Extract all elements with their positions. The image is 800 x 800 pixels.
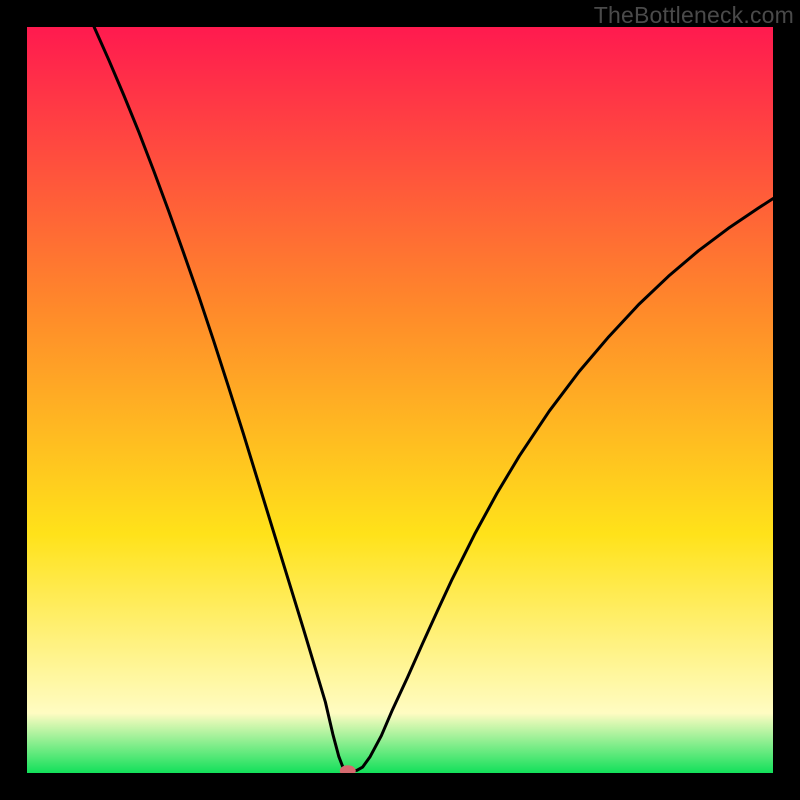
chart-frame <box>27 27 773 773</box>
gradient-background <box>27 27 773 773</box>
watermark-text: TheBottleneck.com <box>594 2 794 29</box>
bottleneck-chart <box>27 27 773 773</box>
